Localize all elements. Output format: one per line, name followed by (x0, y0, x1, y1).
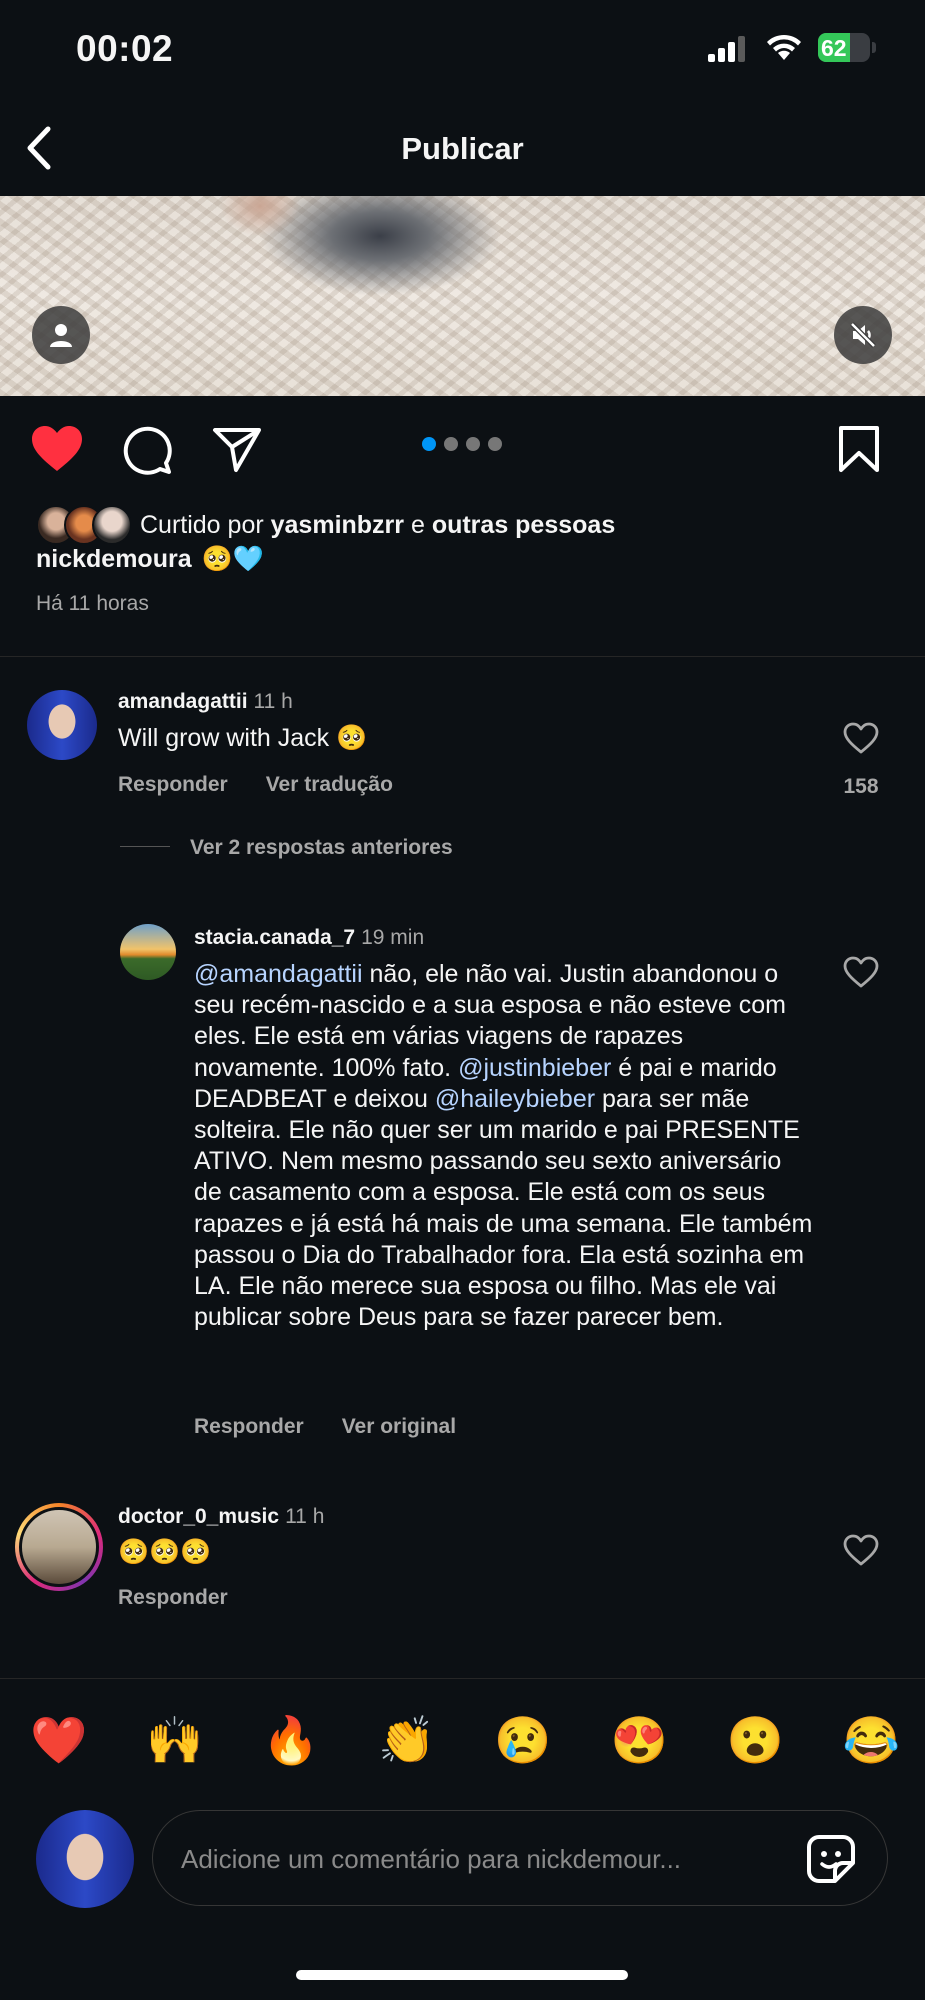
view-replies-button[interactable]: Ver 2 respostas anteriores (190, 836, 453, 860)
divider (0, 656, 925, 657)
mention-link[interactable]: @amandagattii (194, 960, 363, 988)
emoji-reaction-7[interactable]: 😮 (727, 1712, 784, 1768)
comment-user[interactable]: amandagattii 11 h (118, 690, 293, 714)
comment-text: @amandagattii não, ele não vai. Justin a… (194, 960, 813, 1332)
comment-time: 11 h (285, 1505, 325, 1528)
emoji-reaction-8[interactable]: 😂 (843, 1712, 900, 1768)
emoji-reaction-6[interactable]: 😍 (610, 1712, 667, 1768)
liked-by-text: Curtido por yasminbzrr e outras pessoas (140, 510, 616, 539)
avatar (36, 1810, 134, 1908)
carousel-dot (422, 437, 436, 451)
post-media[interactable] (0, 196, 925, 396)
home-indicator[interactable] (296, 1970, 628, 1980)
emoji-reaction-2[interactable]: 🙌 (146, 1712, 203, 1768)
heart-outline-icon[interactable] (843, 722, 879, 754)
emoji-quick-reactions: ❤️ 🙌 🔥 👏 😢 😍 😮 😂 (30, 1712, 900, 1768)
caption-user[interactable]: nickdemoura (36, 545, 192, 574)
comment-user[interactable]: doctor_0_music 11 h (118, 1505, 324, 1529)
avatar[interactable] (120, 924, 176, 980)
see-original-button[interactable]: Ver original (342, 1415, 456, 1439)
divider (120, 846, 170, 847)
reply-button[interactable]: Responder (118, 773, 228, 797)
comment-icon[interactable] (122, 425, 172, 475)
avatar[interactable] (27, 690, 97, 760)
carousel-dot (466, 437, 480, 451)
translate-button[interactable]: Ver tradução (266, 773, 393, 797)
comment-input[interactable] (181, 1837, 741, 1881)
battery-percent: 62 (821, 35, 847, 61)
divider (0, 1678, 925, 1679)
caption-emojis: 🥺🩵 (201, 545, 264, 573)
heart-filled-icon[interactable] (30, 425, 84, 473)
liked-by-others[interactable]: outras pessoas (432, 511, 615, 539)
mention-link[interactable]: @haileybieber (435, 1085, 595, 1113)
status-time: 00:02 (76, 28, 174, 69)
mute-icon (850, 322, 876, 348)
heart-outline-icon[interactable] (843, 956, 879, 988)
emoji-reaction-4[interactable]: 👏 (378, 1712, 435, 1768)
carousel-dot (444, 437, 458, 451)
signal-icon (708, 36, 745, 62)
avatar (92, 505, 132, 545)
comment-user[interactable]: stacia.canada_7 19 min (194, 926, 424, 950)
avatar-story-ring[interactable] (15, 1503, 103, 1591)
reply-button[interactable]: Responder (118, 1586, 228, 1610)
post-caption: nickdemoura 🥺🩵 (36, 545, 264, 574)
comment-time: 19 min (361, 926, 425, 949)
user-tag-button[interactable] (32, 306, 90, 364)
battery-indicator: 62 (818, 33, 876, 62)
emoji-reaction-5[interactable]: 😢 (494, 1712, 551, 1768)
emoji-reaction-3[interactable]: 🔥 (262, 1712, 319, 1768)
user-tag-icon (50, 324, 72, 347)
sticker-icon[interactable] (805, 1833, 857, 1885)
like-count: 158 (843, 775, 879, 798)
page-title: Publicar (401, 131, 524, 166)
comment-text: Will grow with Jack 🥺 (118, 724, 368, 752)
liked-by-user[interactable]: yasminbzrr (271, 511, 404, 539)
mention-link[interactable]: @justinbieber (458, 1054, 611, 1082)
liked-by-avatars (36, 505, 132, 545)
liked-by-row[interactable]: Curtido por yasminbzrr e outras pessoas (36, 505, 615, 545)
emoji-reaction-1[interactable]: ❤️ (30, 1712, 87, 1768)
carousel-indicator (422, 437, 502, 451)
post-time: Há 11 horas (36, 592, 149, 615)
heart-outline-icon[interactable] (843, 1534, 879, 1566)
comment-text: 🥺🥺🥺 (118, 1538, 212, 1566)
share-icon[interactable] (212, 427, 262, 473)
bookmark-icon[interactable] (838, 425, 880, 473)
comment-time: 11 h (253, 690, 293, 713)
reply-button[interactable]: Responder (194, 1415, 304, 1439)
carousel-dot (488, 437, 502, 451)
comment-composer[interactable] (152, 1810, 888, 1906)
mute-button[interactable] (834, 306, 892, 364)
avatar (19, 1507, 99, 1587)
wifi-icon (767, 34, 801, 60)
